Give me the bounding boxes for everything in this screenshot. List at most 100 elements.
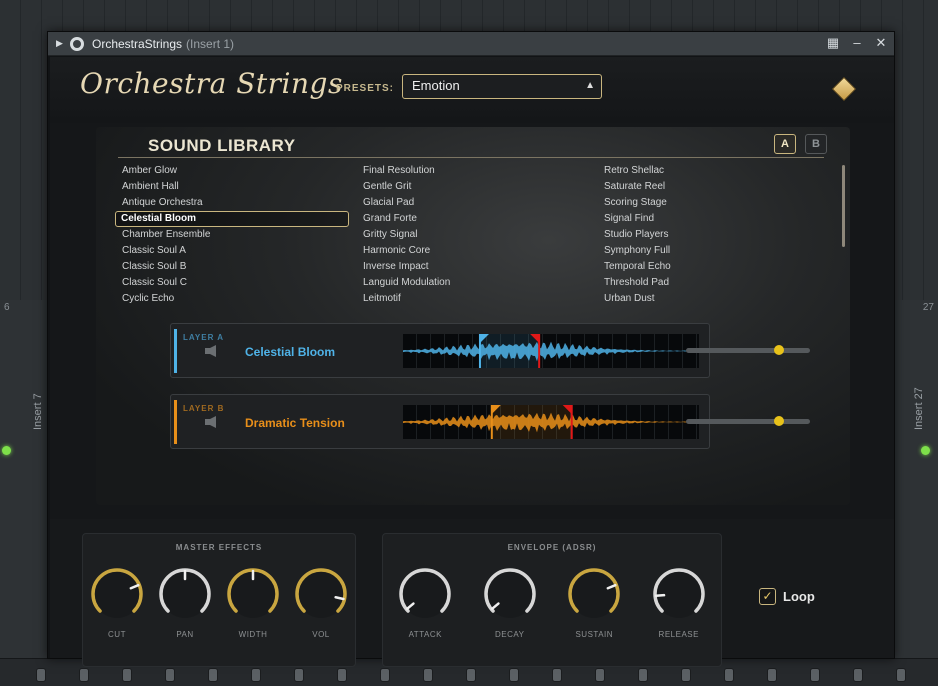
envelope-panel: ENVELOPE (ADSR) ATTACK DECAY SUSTAIN REL… [382, 533, 722, 667]
knob-label: WIDTH [238, 630, 268, 639]
library-item[interactable]: Saturate Reel [602, 179, 671, 195]
loop-checkbox[interactable]: ✓ [759, 588, 776, 605]
host-knob[interactable] [767, 668, 777, 682]
library-item[interactable]: Final Resolution [361, 163, 450, 179]
close-icon[interactable]: ✕ [874, 36, 888, 50]
library-item[interactable]: Classic Soul C [120, 275, 349, 291]
knob-label: DECAY [495, 630, 525, 639]
library-item[interactable]: Leitmotif [361, 291, 450, 307]
knob-label: ATTACK [408, 630, 442, 639]
layer-color-bar [174, 329, 177, 373]
host-knob[interactable] [595, 668, 605, 682]
knob-attack[interactable] [397, 566, 453, 622]
host-knob[interactable] [380, 668, 390, 682]
loop-toggle[interactable]: ✓ Loop [759, 588, 815, 605]
library-item[interactable]: Chamber Ensemble [120, 227, 349, 243]
library-item[interactable]: Cyclic Echo [120, 291, 349, 307]
speaker-icon[interactable] [205, 416, 219, 428]
host-knob[interactable] [208, 668, 218, 682]
divider [118, 157, 824, 158]
preset-dropdown[interactable]: Emotion ▲ [402, 74, 602, 99]
plugin-logo: Orchestra Strings [80, 67, 343, 100]
library-item[interactable]: Glacial Pad [361, 195, 450, 211]
host-knob[interactable] [122, 668, 132, 682]
window-subtitle: (Insert 1) [186, 36, 235, 51]
cube-icon[interactable] [831, 76, 857, 102]
waveform-display[interactable] [403, 334, 699, 368]
expand-arrow-icon[interactable]: ▶ [56, 38, 64, 49]
library-item[interactable]: Studio Players [602, 227, 671, 243]
library-item[interactable]: Ambient Hall [120, 179, 349, 195]
library-item[interactable]: Classic Soul A [120, 243, 349, 259]
library-item[interactable]: Threshold Pad [602, 275, 671, 291]
library-item[interactable]: Temporal Echo [602, 259, 671, 275]
host-knob[interactable] [165, 668, 175, 682]
preset-value: Emotion [412, 78, 460, 93]
library-item[interactable]: Inverse Impact [361, 259, 450, 275]
grid-icon[interactable]: ▦ [826, 36, 840, 50]
library-item[interactable]: Retro Shellac [602, 163, 671, 179]
host-knob[interactable] [466, 668, 476, 682]
host-knob[interactable] [337, 668, 347, 682]
waveform-display[interactable] [403, 405, 699, 439]
host-knob[interactable] [638, 668, 648, 682]
host-knob[interactable] [423, 668, 433, 682]
host-knob[interactable] [681, 668, 691, 682]
layer-b-button[interactable]: B [805, 134, 827, 154]
knob-pan[interactable] [157, 566, 213, 622]
knob-release[interactable] [651, 566, 707, 622]
host-knob[interactable] [36, 668, 46, 682]
host-knob[interactable] [552, 668, 562, 682]
layer-tag: LAYER B [183, 404, 225, 413]
layer-a-volume-slider[interactable] [686, 345, 810, 355]
sound-library-panel: SOUND LIBRARY A B Amber Glow Ambient Hall… [96, 127, 850, 505]
library-item[interactable]: Urban Dust [602, 291, 671, 307]
knob-cut[interactable] [89, 566, 145, 622]
window-titlebar[interactable]: ▶ OrchestraStrings (Insert 1) ▦ – ✕ [48, 32, 894, 56]
library-item[interactable]: Grand Forte [361, 211, 450, 227]
host-knob[interactable] [810, 668, 820, 682]
library-item[interactable]: Harmonic Core [361, 243, 450, 259]
gear-icon[interactable] [70, 36, 84, 51]
library-item[interactable]: Gritty Signal [361, 227, 450, 243]
layer-a-button[interactable]: A [774, 134, 796, 154]
loop-region[interactable] [491, 405, 572, 439]
knob-width[interactable] [225, 566, 281, 622]
host-strip-number: 6 [4, 302, 10, 313]
host-knob[interactable] [896, 668, 906, 682]
speaker-icon[interactable] [205, 345, 219, 357]
host-strip-number: 27 [922, 302, 934, 313]
host-knob[interactable] [853, 668, 863, 682]
presets-label: PRESETS: [336, 83, 395, 94]
minimize-icon[interactable]: – [850, 36, 864, 50]
slider-thumb[interactable] [774, 345, 784, 355]
library-item[interactable]: Celestial Bloom [115, 211, 349, 227]
library-scrollbar[interactable] [842, 165, 845, 247]
knob-label: RELEASE [658, 630, 699, 639]
plugin-header: Orchestra Strings PRESETS: Emotion ▲ [50, 57, 894, 123]
host-knob[interactable] [724, 668, 734, 682]
knob-label: SUSTAIN [575, 630, 614, 639]
waveform-shape [403, 341, 699, 362]
window-title: OrchestraStrings [92, 36, 183, 51]
library-item[interactable]: Amber Glow [120, 163, 349, 179]
host-knob[interactable] [251, 668, 261, 682]
library-item[interactable]: Signal Find [602, 211, 671, 227]
knob-decay[interactable] [482, 566, 538, 622]
layer-b-volume-slider[interactable] [686, 416, 810, 426]
host-knob[interactable] [294, 668, 304, 682]
library-item[interactable]: Gentle Grit [361, 179, 450, 195]
slider-thumb[interactable] [774, 416, 784, 426]
loop-region[interactable] [479, 334, 540, 368]
library-item[interactable]: Symphony Full [602, 243, 671, 259]
library-item[interactable]: Classic Soul B [120, 259, 349, 275]
knob-sustain[interactable] [566, 566, 622, 622]
library-item[interactable]: Antique Orchestra [120, 195, 349, 211]
library-item[interactable]: Languid Modulation [361, 275, 450, 291]
host-knob[interactable] [509, 668, 519, 682]
library-column: Retro Shellac Saturate Reel Scoring Stage S… [602, 163, 671, 307]
library-item[interactable]: Scoring Stage [602, 195, 671, 211]
host-knob[interactable] [79, 668, 89, 682]
host-insert-label: Insert 7 [32, 393, 44, 430]
knob-vol[interactable] [293, 566, 349, 622]
